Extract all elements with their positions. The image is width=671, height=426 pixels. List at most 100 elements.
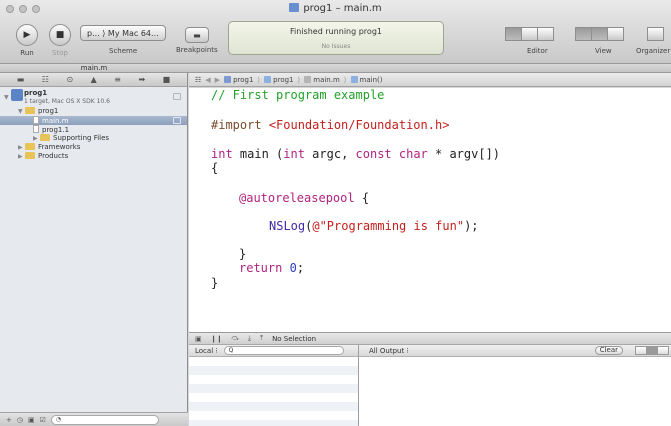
disclosure-closed-icon[interactable]: ▶ <box>33 134 40 143</box>
disclosure-closed-icon[interactable]: ▶ <box>18 143 25 152</box>
file-badge-icon <box>173 117 181 124</box>
console-bar: All Output ⁝ Clear <box>359 345 671 357</box>
crumb-file[interactable]: main.m <box>304 75 340 84</box>
window-title: prog1 – main.m <box>0 3 671 14</box>
code-line-1: // First program example <box>211 88 385 102</box>
tab-bar: main.m <box>0 64 671 73</box>
log-icon[interactable]: ≡ <box>114 75 121 84</box>
speech-icon[interactable]: ■ <box>163 75 171 84</box>
code-line-10: NSLog(@"Programming is fun"); <box>269 219 479 233</box>
forward-icon[interactable]: ▶ <box>215 76 220 84</box>
navigator-selector-bar: ▬ ☷ ⊙ ▲ ≡ ➡ ■ <box>0 73 187 87</box>
group-products[interactable]: ▶ Products <box>0 152 187 161</box>
related-items-icon[interactable]: ☷ <box>195 76 201 84</box>
breakpoint-icon: ▬ <box>184 27 209 43</box>
search-icon[interactable]: ⊙ <box>66 75 73 84</box>
group-supporting-files[interactable]: ▶ Supporting Files <box>0 134 187 143</box>
issues-status: No Issues <box>321 43 351 50</box>
play-icon: ▶ <box>16 24 38 46</box>
step-over-icon[interactable]: ⤼ <box>231 334 238 343</box>
source-editor[interactable]: // First program example #import <Founda… <box>189 88 671 332</box>
view-label: View <box>595 47 612 55</box>
m-file-icon <box>33 116 39 124</box>
variables-view[interactable] <box>189 357 359 426</box>
console-only-icon[interactable] <box>657 346 669 355</box>
group-frameworks[interactable]: ▶ Frameworks <box>0 143 187 152</box>
status-message: Finished running prog1 <box>290 27 382 36</box>
debug-toggle-icon[interactable] <box>591 27 608 41</box>
organizer-icon <box>647 27 664 41</box>
add-icon[interactable]: + <box>6 416 12 424</box>
utilities-toggle-icon[interactable] <box>607 27 624 41</box>
crumb-separator: ⟩ <box>297 75 301 84</box>
code-line-3: #import <Foundation/Foundation.h> <box>211 118 450 132</box>
back-icon[interactable]: ◀ <box>205 76 210 84</box>
project-file-icon <box>289 3 300 12</box>
search-icon: Q <box>228 347 234 354</box>
function-icon <box>350 75 358 83</box>
code-line-8: @autoreleasepool { <box>239 191 370 205</box>
code-line-13: return 0; <box>239 261 305 275</box>
console-layout-control[interactable] <box>635 346 669 355</box>
stop-button[interactable]: ■ Stop <box>49 24 71 57</box>
unsaved-icon[interactable]: ☑ <box>40 416 46 424</box>
clear-console-button[interactable]: Clear <box>594 346 623 355</box>
version-editor-icon[interactable] <box>537 27 554 41</box>
variables-bar: Local ⁝ Q <box>189 345 359 357</box>
organizer-button[interactable] <box>647 27 664 41</box>
folder-icon[interactable]: ▬ <box>17 75 25 84</box>
output-filter-popup[interactable]: All Output ⁝ <box>369 347 409 355</box>
editor-segmented-control[interactable] <box>505 27 554 41</box>
crumb-separator: ⟩ <box>343 75 347 84</box>
console-output[interactable] <box>359 357 671 426</box>
file-prog1-1[interactable]: prog1.1 <box>0 125 187 134</box>
thread-selector[interactable]: No Selection <box>272 335 316 343</box>
disclosure-closed-icon[interactable]: ▶ <box>18 152 25 161</box>
crumb-project[interactable]: prog1 <box>224 75 253 84</box>
scope-popup[interactable]: Local ⁝ <box>195 347 218 355</box>
project-badge-icon <box>173 93 181 100</box>
stop-icon: ■ <box>49 24 71 46</box>
folder-icon <box>25 107 35 114</box>
recent-icon[interactable]: ◷ <box>17 416 23 424</box>
navigator-filter-bar: + ◷ ▣ ☑ ◔ <box>0 412 188 426</box>
symbol-icon[interactable]: ☷ <box>42 75 49 84</box>
folder-icon <box>25 152 35 159</box>
folder-icon <box>40 134 50 141</box>
crumb-function[interactable]: main() <box>350 75 382 84</box>
scm-icon[interactable]: ▣ <box>28 416 35 424</box>
step-into-icon[interactable]: ⤓ <box>248 334 251 343</box>
folder-icon <box>25 143 35 150</box>
step-out-icon[interactable]: ⤒ <box>260 334 263 343</box>
scheme-label: Scheme <box>109 47 138 55</box>
jump-bar: ☷ ◀ ▶ prog1 ⟩ prog1 ⟩ main.m ⟩ main() <box>189 73 671 87</box>
scheme-popup[interactable]: p... ⟩ My Mac 64... <box>80 25 166 41</box>
tab-main-m[interactable]: main.m <box>0 64 188 72</box>
hide-debug-area-icon[interactable]: ▣ <box>195 335 202 343</box>
file-tree: ▼ prog1 1 target, Mac OS X SDK 10.6 ▼ prog1… <box>0 87 187 161</box>
variables-search-input[interactable]: Q <box>223 346 344 355</box>
pause-icon[interactable]: ❙❙ <box>211 335 223 343</box>
breakpoints-button[interactable]: ▬ Breakpoints <box>176 24 218 54</box>
file-main-m[interactable]: main.m <box>0 116 187 125</box>
run-button[interactable]: ▶ Run <box>16 24 38 57</box>
crumb-group[interactable]: prog1 <box>264 75 294 84</box>
warning-icon[interactable]: ▲ <box>91 75 97 84</box>
disclosure-open-icon[interactable]: ▼ <box>18 107 25 116</box>
standard-editor-icon[interactable] <box>505 27 522 41</box>
breakpoint-nav-icon[interactable]: ➡ <box>138 75 145 84</box>
xcode-project-icon <box>11 89 23 101</box>
m-file-icon <box>304 75 312 83</box>
debug-bar: ▣ ❙❙ ⤼ ⤓ ⤒ No Selection <box>189 332 671 345</box>
crumb-separator: ⟩ <box>257 75 261 84</box>
group-prog1[interactable]: ▼ prog1 <box>0 107 187 116</box>
project-item[interactable]: ▼ prog1 1 target, Mac OS X SDK 10.6 <box>0 89 187 107</box>
project-icon <box>224 75 232 83</box>
assistant-editor-icon[interactable] <box>521 27 538 41</box>
view-segmented-control[interactable] <box>575 27 624 41</box>
navigator-toggle-icon[interactable] <box>575 27 592 41</box>
navigator-filter-input[interactable]: ◔ <box>50 414 159 425</box>
disclosure-open-icon[interactable]: ▼ <box>4 93 11 102</box>
code-line-12: } <box>239 247 247 261</box>
code-line-6: { <box>211 161 219 175</box>
